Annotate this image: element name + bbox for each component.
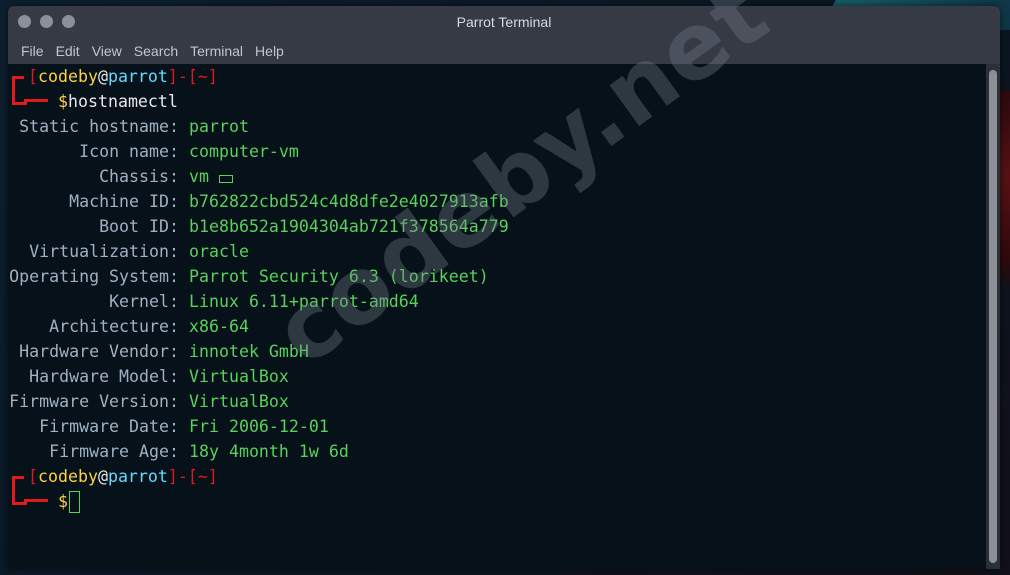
- output-value: vm: [189, 167, 209, 186]
- output-label: Hardware Vendor:: [19, 342, 179, 361]
- output-value: 18y 4month 1w 6d: [189, 442, 349, 461]
- menu-view[interactable]: View: [86, 38, 128, 64]
- terminal-output[interactable]: [codeby@parrot]-[~] $hostnamectl Static …: [8, 64, 986, 569]
- prompt-arrow-line: [24, 99, 48, 102]
- prompt-dash: -: [177, 467, 188, 486]
- output-value: oracle: [189, 242, 249, 261]
- output-value: Fri 2006-12-01: [189, 417, 329, 436]
- menu-help[interactable]: Help: [249, 38, 290, 64]
- output-label: Chassis:: [99, 167, 179, 186]
- output-row: Virtualization: oracle: [8, 239, 249, 264]
- prompt-arrow-line: [24, 499, 48, 502]
- prompt-user: codeby: [38, 67, 98, 86]
- output-label: Icon name:: [79, 142, 179, 161]
- output-label: Kernel:: [109, 292, 179, 311]
- prompt-bracket: [: [187, 467, 198, 486]
- prompt-dir: ~: [197, 67, 208, 86]
- output-value: computer-vm: [189, 142, 299, 161]
- output-row: Architecture: x86-64: [8, 314, 249, 339]
- output-value: Parrot Security 6.3 (lorikeet): [189, 267, 489, 286]
- output-label: Virtualization:: [29, 242, 179, 261]
- prompt-bracket: ]: [207, 67, 218, 86]
- menu-file[interactable]: File: [15, 38, 50, 64]
- output-label: Firmware Date:: [39, 417, 179, 436]
- output-row: Hardware Model: VirtualBox: [8, 364, 289, 389]
- prompt-line: [codeby@parrot]-[~]: [28, 64, 218, 89]
- output-value: parrot: [189, 117, 249, 136]
- prompt-at: @: [97, 67, 108, 86]
- prompt-bracket: ]: [167, 67, 178, 86]
- output-label: Static hostname:: [19, 117, 179, 136]
- output-row: Boot ID: b1e8b652a1904304ab721f378564a77…: [8, 214, 509, 239]
- prompt-bracket: ]: [207, 467, 218, 486]
- output-value: Linux 6.11+parrot-amd64: [189, 292, 419, 311]
- prompt-dollar: $: [58, 492, 68, 511]
- vm-icon: [218, 174, 233, 183]
- menu-edit[interactable]: Edit: [50, 38, 86, 64]
- title-bar[interactable]: Parrot Terminal: [8, 6, 1000, 38]
- command-line: $: [58, 489, 80, 514]
- output-row: Static hostname: parrot: [8, 114, 249, 139]
- prompt-user: codeby: [38, 467, 98, 486]
- prompt-host: parrot: [107, 67, 168, 86]
- command-text: hostnamectl: [68, 92, 178, 111]
- prompt-dollar: $: [58, 92, 68, 111]
- output-row: Firmware Date: Fri 2006-12-01: [8, 414, 329, 439]
- command-line: $hostnamectl: [58, 89, 178, 114]
- prompt-bracket: [: [28, 67, 38, 86]
- prompt-bracket: [: [28, 467, 38, 486]
- prompt-at: @: [97, 467, 108, 486]
- output-label: Hardware Model:: [29, 367, 179, 386]
- output-row: Icon name: computer-vm: [8, 139, 299, 164]
- menu-bar: File Edit View Search Terminal Help: [8, 38, 1000, 64]
- prompt-line: [codeby@parrot]-[~]: [28, 464, 218, 489]
- prompt-host: parrot: [107, 467, 168, 486]
- window-title: Parrot Terminal: [456, 14, 552, 30]
- output-row: Kernel: Linux 6.11+parrot-amd64: [8, 289, 419, 314]
- output-row: Hardware Vendor: innotek GmbH: [8, 339, 309, 364]
- output-label: Boot ID:: [99, 217, 179, 236]
- menu-terminal[interactable]: Terminal: [184, 38, 249, 64]
- output-label: Machine ID:: [69, 192, 179, 211]
- prompt-bracket: [: [187, 67, 198, 86]
- output-row: Chassis: vm: [8, 164, 233, 189]
- terminal-window: Parrot Terminal File Edit View Search Te…: [8, 6, 1000, 569]
- output-value: innotek GmbH: [189, 342, 309, 361]
- output-value: VirtualBox: [189, 392, 289, 411]
- output-row: Machine ID: b762822cbd524c4d8dfe2e402791…: [8, 189, 509, 214]
- output-row: Operating System: Parrot Security 6.3 (l…: [8, 264, 489, 289]
- prompt-corner-line: [12, 76, 24, 79]
- output-row: Firmware Age: 18y 4month 1w 6d: [8, 439, 349, 464]
- output-value: b1e8b652a1904304ab721f378564a779: [189, 217, 509, 236]
- output-value: b762822cbd524c4d8dfe2e4027913afb: [189, 192, 509, 211]
- output-row: Firmware Version: VirtualBox: [8, 389, 289, 414]
- vertical-scrollbar[interactable]: [986, 64, 1000, 569]
- output-label: Architecture:: [49, 317, 179, 336]
- output-label: Firmware Version:: [9, 392, 179, 411]
- output-value: x86-64: [189, 317, 249, 336]
- output-label: Firmware Age:: [49, 442, 179, 461]
- prompt-corner-line: [12, 476, 24, 479]
- prompt-dir: ~: [197, 467, 208, 486]
- prompt-dash: -: [177, 67, 188, 86]
- output-value: VirtualBox: [189, 367, 289, 386]
- text-cursor: [69, 490, 80, 513]
- menu-search[interactable]: Search: [128, 38, 184, 64]
- prompt-bracket: ]: [167, 467, 178, 486]
- scrollbar-thumb[interactable]: [989, 70, 997, 563]
- output-label: Operating System:: [9, 267, 179, 286]
